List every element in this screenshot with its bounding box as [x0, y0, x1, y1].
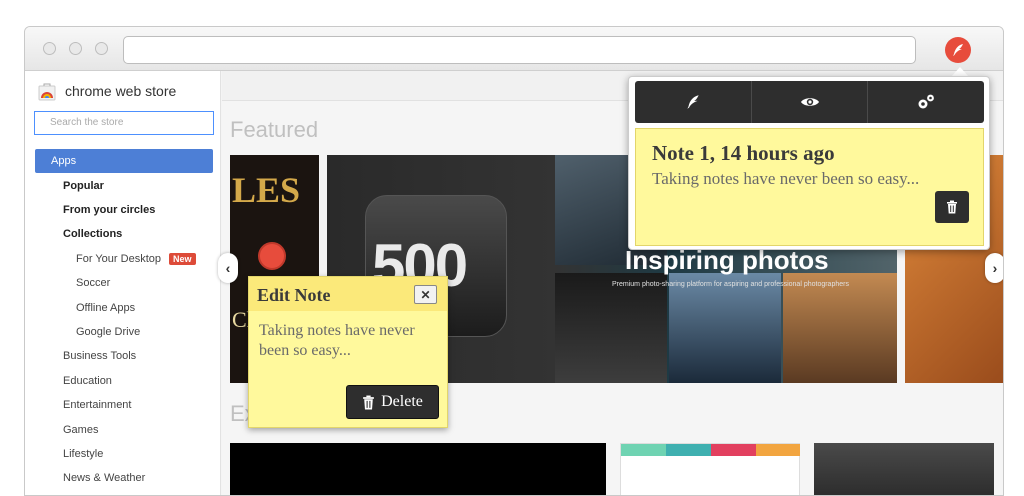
store-sidebar: chrome web store Search the store Apps P…: [25, 71, 221, 495]
trash-icon: [947, 200, 957, 214]
banner-photo-lake: [669, 273, 781, 383]
trash-icon: [363, 395, 374, 409]
edit-note-card: Edit Note ✕ Taking notes have never been…: [248, 276, 448, 428]
note-card[interactable]: Note 1, 14 hours ago Taking notes have n…: [635, 128, 984, 246]
close-icon[interactable]: ✕: [414, 285, 437, 304]
note-title: Note 1, 14 hours ago: [652, 141, 835, 165]
nav-news-weather[interactable]: News & Weather: [63, 472, 145, 484]
new-badge: New: [169, 253, 196, 265]
new-note-button[interactable]: [635, 81, 752, 123]
delete-button-label: Delete: [381, 393, 423, 410]
minimize-window-dot[interactable]: [69, 42, 82, 55]
banner-tagline: Premium photo-sharing platform for aspir…: [612, 281, 849, 288]
settings-button[interactable]: [868, 81, 984, 123]
featured-heading: Featured: [230, 117, 319, 142]
edit-note-title: Edit Note: [257, 285, 331, 305]
nav-education[interactable]: Education: [63, 375, 112, 387]
app-thumbnail[interactable]: [814, 443, 994, 495]
notes-popup: Note 1, 14 hours ago Taking notes have n…: [628, 76, 990, 250]
gears-icon: [918, 94, 935, 109]
app-thumbnail[interactable]: [230, 443, 606, 495]
note-body: Taking notes have never been so easy...: [652, 169, 920, 188]
color-bar: [756, 444, 800, 456]
feather-icon: [953, 44, 963, 56]
delete-button[interactable]: Delete: [346, 385, 439, 419]
edit-note-textarea[interactable]: Taking notes have never been so easy...: [259, 321, 441, 361]
store-logo[interactable]: chrome web store: [37, 81, 176, 101]
banner-photo-spiral: [555, 273, 667, 383]
nav-collections[interactable]: Collections: [63, 228, 122, 240]
notes-extension-button[interactable]: [945, 37, 971, 63]
note-pin-icon[interactable]: [258, 242, 286, 270]
eye-icon: [800, 98, 819, 106]
carousel-next-arrow[interactable]: ›: [985, 253, 1003, 283]
nav-from-your-circles[interactable]: From your circles: [63, 204, 155, 216]
popup-toolbar: [635, 81, 984, 123]
color-bar: [666, 444, 711, 456]
banner-left-text: LES: [232, 170, 301, 210]
nav-entertainment[interactable]: Entertainment: [63, 399, 131, 411]
nav-for-your-desktop-label: For Your Desktop: [76, 253, 161, 265]
edit-note-header: Edit Note ✕: [249, 277, 447, 311]
color-bar: [711, 444, 756, 456]
nav-business-tools[interactable]: Business Tools: [63, 350, 136, 362]
browser-titlebar: [25, 27, 1003, 71]
address-bar[interactable]: [123, 36, 916, 64]
app-thumbnail[interactable]: [620, 443, 800, 495]
banner-photo-fox: [783, 273, 897, 383]
nav-apps[interactable]: Apps: [35, 149, 213, 173]
nav-lifestyle[interactable]: Lifestyle: [63, 448, 103, 460]
nav-for-your-desktop[interactable]: For Your Desktop New: [76, 253, 196, 265]
color-bar: [621, 444, 666, 456]
nav-soccer[interactable]: Soccer: [76, 277, 110, 289]
carousel-prev-arrow[interactable]: ‹: [218, 253, 238, 283]
nav-popular[interactable]: Popular: [63, 180, 104, 192]
close-window-dot[interactable]: [43, 42, 56, 55]
chrome-store-icon: [37, 81, 57, 101]
view-notes-button[interactable]: [752, 81, 869, 123]
store-logo-text: chrome web store: [65, 83, 177, 99]
nav-games[interactable]: Games: [63, 424, 98, 436]
maximize-window-dot[interactable]: [95, 42, 108, 55]
search-input[interactable]: Search the store: [34, 111, 214, 135]
feather-icon: [687, 95, 699, 109]
nav-offline-apps[interactable]: Offline Apps: [76, 302, 135, 314]
delete-note-button[interactable]: [935, 191, 969, 223]
nav-google-drive[interactable]: Google Drive: [76, 326, 140, 338]
